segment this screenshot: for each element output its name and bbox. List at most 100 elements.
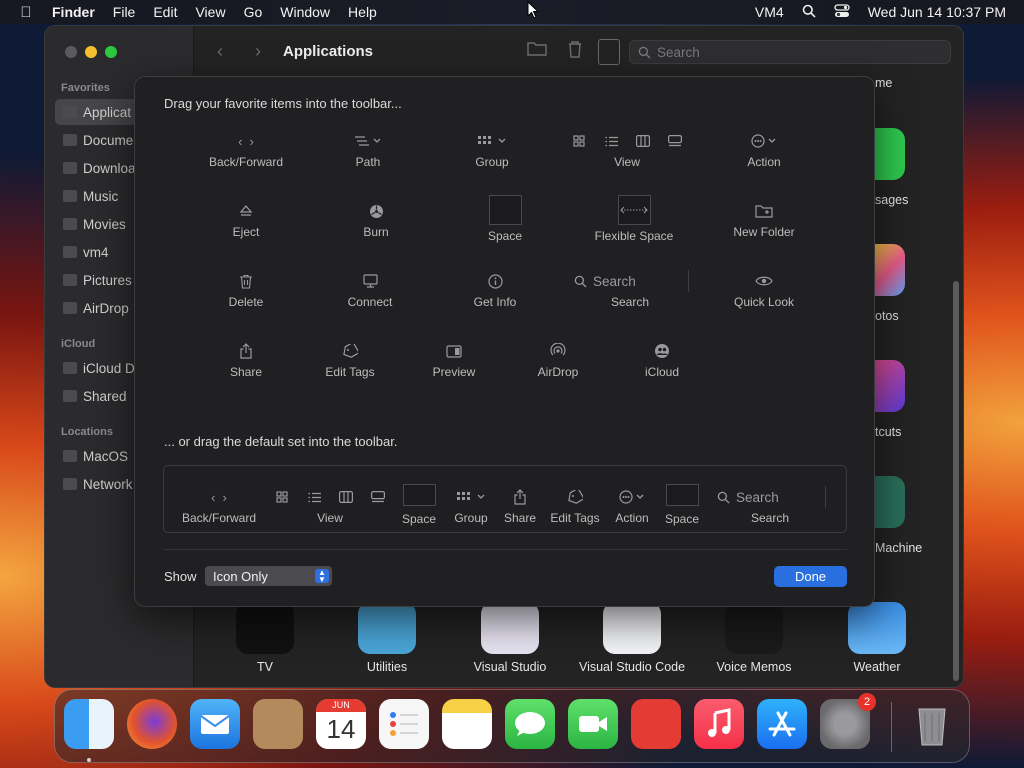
trash-dock-icon[interactable] [907, 699, 957, 749]
default-toolbar-set[interactable]: ‹ › Back/Forward View Space Group Share … [163, 465, 847, 533]
tool-flexible-space[interactable]: Flexible Space [569, 195, 699, 243]
menu-window[interactable]: Window [271, 4, 339, 20]
tool-connect[interactable]: Connect [305, 270, 435, 309]
tool-label: Group [454, 511, 488, 525]
shortcuts-app-icon[interactable] [875, 360, 905, 412]
vertical-scrollbar[interactable] [953, 281, 959, 681]
tool-label: Space [664, 512, 700, 526]
tool-label: View [317, 511, 343, 525]
tool-view[interactable]: View [562, 130, 692, 169]
reminders-dock-icon[interactable] [379, 699, 429, 749]
app-item-visual-studio-code[interactable]: Visual Studio Code [577, 602, 687, 674]
tool-new-folder[interactable]: New Folder [699, 200, 829, 239]
zoom-window-button[interactable] [105, 46, 117, 58]
network-icon [63, 478, 77, 490]
time-machine-app-icon[interactable] [875, 476, 905, 528]
minimize-window-button[interactable] [85, 46, 97, 58]
trash-icon[interactable] [567, 40, 583, 63]
sidebar-section-icloud: iCloud [61, 338, 96, 350]
close-window-button[interactable] [65, 46, 77, 58]
apple-menu-icon[interactable]:  [0, 4, 52, 21]
action-icon [699, 130, 829, 152]
tool-search[interactable]: Search Search [565, 270, 695, 309]
tool-group[interactable]: Group [427, 130, 557, 169]
app-label: Weather [853, 660, 901, 674]
control-center-icon[interactable] [834, 3, 850, 21]
eye-icon [699, 270, 829, 292]
tool-path[interactable]: Path [303, 130, 433, 169]
finder-dock-icon[interactable] [64, 699, 114, 749]
facetime-dock-icon[interactable] [568, 699, 618, 749]
up-down-arrows-icon: ▲ ▼ [315, 569, 329, 584]
default-group: Group [441, 486, 501, 525]
tool-get-info[interactable]: Get Info [430, 270, 560, 309]
connect-icon [305, 270, 435, 292]
messages-dock-icon[interactable] [505, 699, 555, 749]
tool-label: iCloud [644, 365, 680, 379]
mail-dock-icon[interactable] [190, 699, 240, 749]
system-settings-dock-icon[interactable]: 2 [820, 693, 876, 749]
tool-back-forward[interactable]: ‹ › Back/Forward [181, 130, 311, 170]
burn-icon [311, 200, 441, 222]
show-mode-select[interactable]: Icon Only ▲ ▼ [205, 566, 332, 586]
icon-view-icon [563, 132, 595, 150]
back-icon[interactable]: ‹ [217, 41, 223, 62]
notes-dock-icon[interactable] [442, 699, 492, 749]
app-store-dock-icon[interactable] [757, 699, 807, 749]
tool-icloud[interactable]: iCloud [597, 340, 727, 379]
spotlight-icon[interactable] [802, 4, 816, 21]
tool-label: Share [503, 511, 537, 525]
forward-icon[interactable]: › [255, 41, 261, 62]
tool-label: Group [475, 155, 509, 169]
photos-app-icon[interactable] [875, 244, 905, 296]
menu-go[interactable]: Go [235, 4, 272, 20]
app-item-weather[interactable]: Weather [823, 602, 931, 674]
menu-app-finder[interactable]: Finder [52, 4, 104, 20]
messages-app-icon[interactable] [875, 128, 905, 180]
music-dock-icon[interactable] [694, 699, 744, 749]
notification-badge: 2 [858, 693, 876, 711]
app-item-tv[interactable]: TV [211, 602, 319, 674]
new-folder-icon[interactable] [527, 40, 547, 61]
calendar-dock-icon[interactable]: JUN 14 [316, 699, 366, 749]
tag-icon [542, 486, 608, 508]
app-item-visual-studio[interactable]: Visual Studio [455, 602, 565, 674]
tool-burn[interactable]: Burn [311, 200, 441, 239]
done-button[interactable]: Done [774, 566, 847, 587]
trash-icon [181, 270, 311, 292]
column-view-icon [330, 488, 362, 506]
menu-view[interactable]: View [186, 4, 234, 20]
menu-help[interactable]: Help [339, 4, 386, 20]
sidebar-section-locations: Locations [61, 426, 113, 438]
space-placeholder [488, 195, 522, 225]
contacts-dock-icon[interactable] [253, 699, 303, 749]
tool-space[interactable]: Space [440, 195, 570, 243]
app-item-utilities[interactable]: Utilities [333, 602, 441, 674]
home-icon [63, 246, 77, 258]
utilities-folder-icon [358, 602, 416, 654]
menu-file[interactable]: File [104, 4, 145, 20]
tool-quick-look[interactable]: Quick Look [699, 270, 829, 309]
app-label: Utilities [366, 660, 408, 674]
app-item-voice-memos[interactable]: Voice Memos [699, 602, 809, 674]
tool-action[interactable]: Action [699, 130, 829, 169]
tool-delete[interactable]: Delete [181, 270, 311, 309]
photo-booth-dock-icon[interactable] [631, 699, 681, 749]
running-indicator [87, 758, 91, 762]
search-field-placeholder: Search [714, 486, 826, 508]
user-menu[interactable]: VM4 [755, 4, 784, 20]
space-placeholder [402, 484, 436, 506]
chevron-right-icon: › [249, 133, 254, 149]
music-icon [63, 190, 77, 202]
sidebar-item-label: Docume [83, 132, 134, 148]
firefox-dock-icon[interactable] [127, 699, 177, 749]
default-set-hint: ... or drag the default set into the too… [164, 434, 398, 449]
show-label: Show [164, 569, 197, 584]
tool-eject[interactable]: Eject [181, 200, 311, 239]
default-space-2: Space [651, 482, 713, 526]
default-view: View [260, 486, 400, 525]
sidebar-item-label: Music [83, 188, 119, 204]
clock[interactable]: Wed Jun 14 10:37 PM [868, 4, 1006, 20]
search-input[interactable]: Search [629, 40, 951, 64]
menu-edit[interactable]: Edit [144, 4, 186, 20]
